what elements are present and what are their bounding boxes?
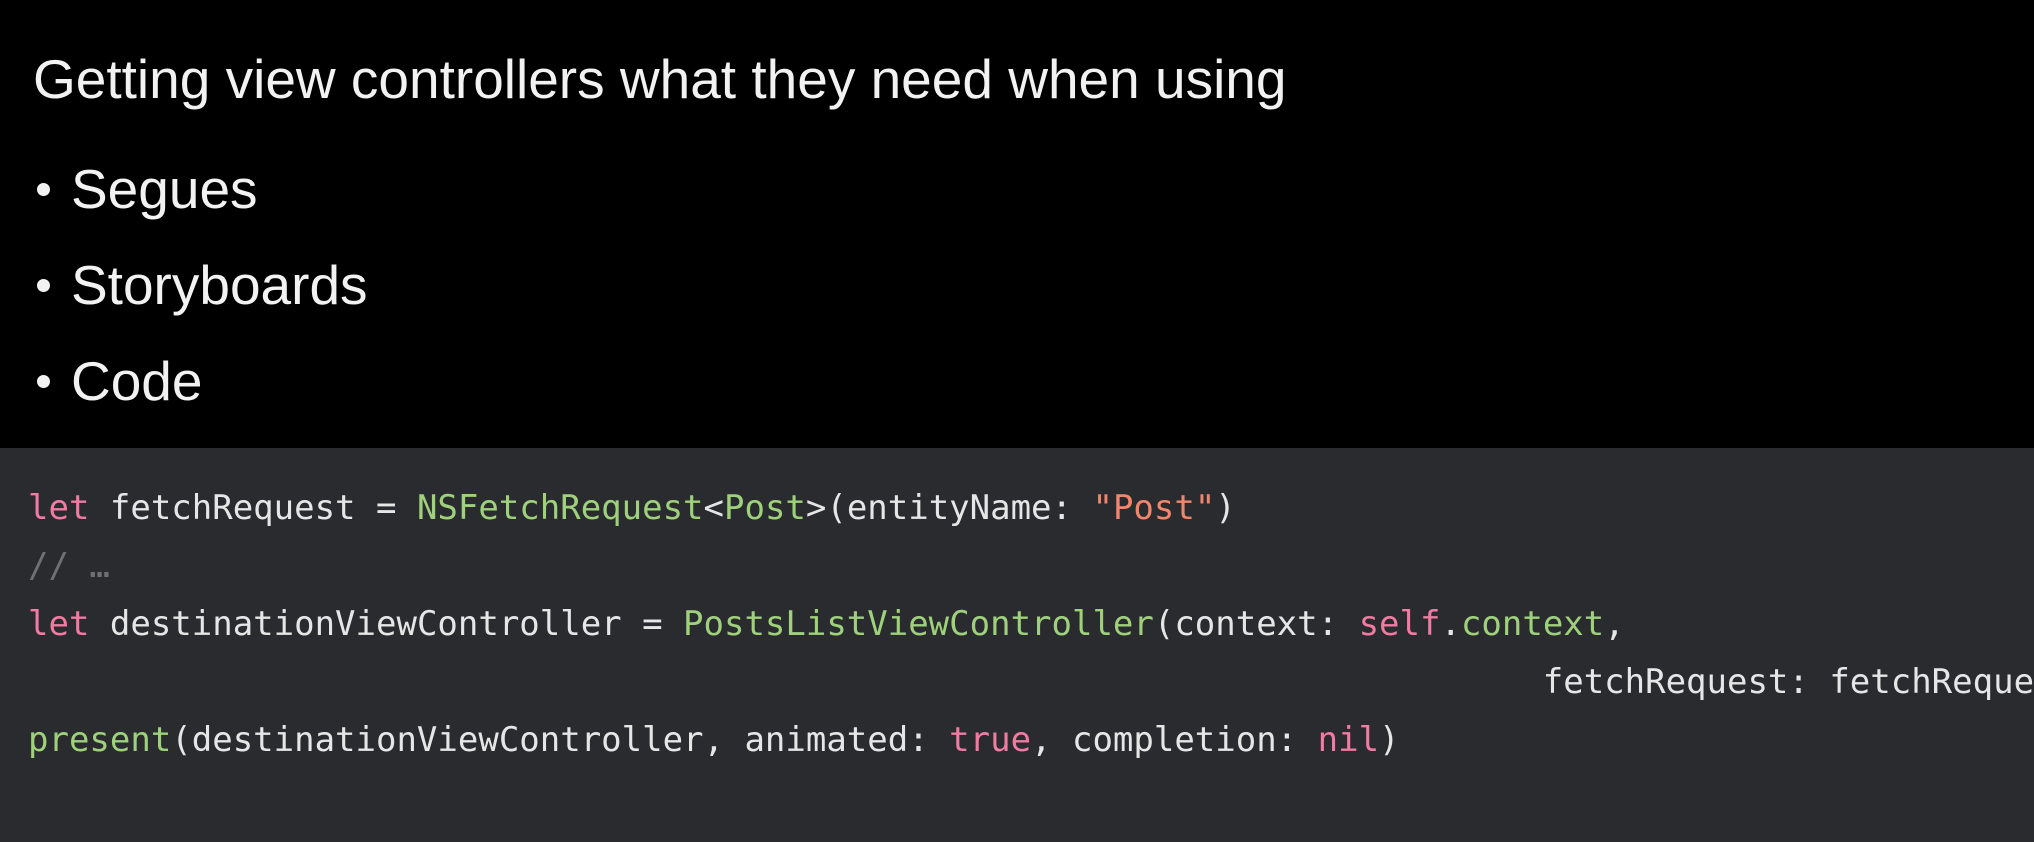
code-token-keyword: let: [28, 488, 90, 528]
bullet-label: Storyboards: [71, 254, 368, 316]
code-token-function: present: [28, 720, 172, 760]
bullet-list: Segues Storyboards Code: [30, 141, 368, 429]
code-token: .: [1440, 604, 1461, 644]
code-token-keyword: true: [949, 720, 1032, 760]
bullet-dot-icon: [37, 374, 50, 388]
code-token-keyword: let: [28, 604, 90, 644]
code-token: >(entityName:: [805, 488, 1093, 528]
code-token-comment: // …: [28, 546, 110, 586]
code-token: fetchRequest =: [89, 488, 417, 528]
code-token: ,: [1604, 604, 1625, 644]
slide-header-area: Getting view controllers what they need …: [0, 0, 2034, 448]
code-line-present: present(destinationViewController, anima…: [28, 711, 2034, 769]
code-token: , completion:: [1031, 720, 1318, 760]
slide-heading: Getting view controllers what they need …: [33, 48, 1287, 110]
code-token: (context:: [1153, 604, 1359, 644]
code-token-type: NSFetchRequest: [416, 488, 704, 528]
code-token: <: [703, 488, 724, 528]
code-line-fetch-request: let fetchRequest = NSFetchRequest<Post>(…: [28, 479, 2034, 537]
bullet-dot-icon: [37, 182, 50, 196]
code-token: ): [1379, 720, 1400, 760]
code-token-type: PostsListViewController: [683, 604, 1154, 644]
bullet-item-segues: Segues: [30, 141, 368, 237]
slide: Getting view controllers what they need …: [0, 0, 2034, 842]
code-block: let fetchRequest = NSFetchRequest<Post>(…: [28, 479, 2034, 769]
code-line-destination-vc: let destinationViewController = PostsLis…: [28, 595, 2034, 653]
code-line-comment: // …: [28, 537, 2034, 595]
code-token-type: Post: [724, 488, 806, 528]
code-token: fetchRequest: fetchRequest): [28, 662, 2034, 702]
code-token-type: context: [1460, 604, 1605, 644]
code-token-keyword: self: [1358, 604, 1441, 644]
code-token-keyword: nil: [1317, 720, 1380, 760]
code-token: (destinationViewController, animated:: [171, 720, 950, 760]
code-token-string: "Post": [1092, 488, 1216, 528]
code-line-fetch-request-arg: fetchRequest: fetchRequest): [28, 653, 2034, 711]
bullet-label: Segues: [71, 158, 258, 220]
bullet-item-code: Code: [30, 333, 368, 429]
code-token: ): [1215, 488, 1236, 528]
bullet-label: Code: [71, 350, 203, 412]
bullet-item-storyboards: Storyboards: [30, 237, 368, 333]
code-token: destinationViewController =: [89, 604, 684, 644]
bullet-dot-icon: [37, 278, 50, 292]
